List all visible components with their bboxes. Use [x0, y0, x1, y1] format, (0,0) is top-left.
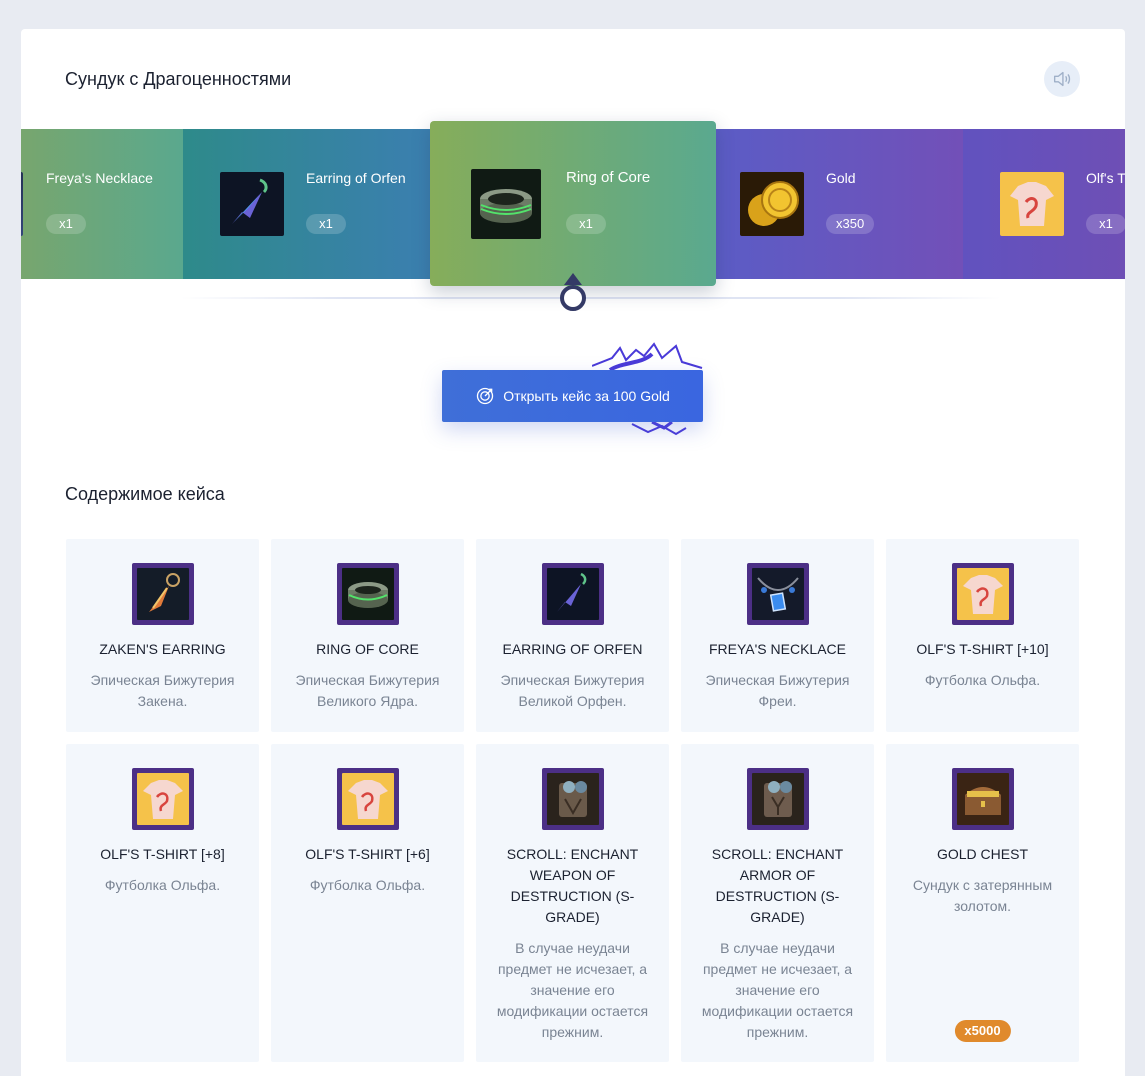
content-item-name: EARRING OF ORFEN — [502, 641, 643, 657]
roulette-item-name: Olf's T — [1086, 170, 1125, 186]
content-item-name: RING OF CORE — [316, 641, 419, 657]
case-card: Сундук с Драгоценностями Freya's Necklac… — [21, 29, 1125, 1076]
open-case-label: Открыть кейс за 100 Gold — [503, 388, 670, 404]
item-icon-frame — [951, 768, 1014, 830]
scroll-icon — [546, 773, 599, 825]
content-item-name: OLF'S T-SHIRT [+10] — [916, 641, 1049, 657]
roulette-item-qty: x1 — [566, 214, 606, 234]
item-icon-frame — [336, 563, 399, 625]
roulette-item-name: Gold — [826, 170, 856, 186]
ring-icon — [341, 568, 394, 620]
content-item-name: SCROLL: ENCHANT ARMOR OF DESTRUCTION (S-… — [711, 846, 844, 925]
roulette-item-name: Freya's Necklace — [46, 170, 153, 186]
quantity-badge: x5000 — [954, 1020, 1011, 1042]
content-item-name: FREYA'S NECKLACE — [708, 641, 846, 657]
target-icon — [477, 387, 494, 405]
item-icon-frame — [131, 768, 194, 830]
roulette-slot: Olf's T x1 — [963, 129, 1125, 279]
content-item-name: SCROLL: ENCHANT WEAPON OF DESTRUCTION (S… — [506, 846, 639, 925]
roulette-slot: Gold x350 — [703, 129, 963, 279]
content-item-desc: Футболка Ольфа. — [924, 672, 1041, 688]
content-item[interactable]: SCROLL: ENCHANT WEAPON OF DESTRUCTION (S… — [476, 744, 669, 1062]
item-icon-frame — [951, 563, 1014, 625]
content-item[interactable]: OLF'S T-SHIRT [+8] Футболка Ольфа. — [66, 744, 259, 1062]
content-item[interactable]: RING OF CORE Эпическая Бижутерия Великог… — [271, 539, 464, 732]
item-icon-frame — [131, 563, 194, 625]
content-item-desc: Эпическая Бижутерия Великого Ядра. — [295, 672, 440, 709]
content-item[interactable]: FREYA'S NECKLACE Эпическая Бижутерия Фре… — [681, 539, 874, 732]
chest-icon — [956, 773, 1009, 825]
content-item-desc: Футболка Ольфа. — [309, 877, 426, 893]
sound-toggle-button[interactable] — [1044, 61, 1080, 97]
roulette-item-qty: x350 — [826, 214, 875, 234]
roulette-slot: Earring of Orfen x1 — [183, 129, 430, 279]
tshirt-icon — [956, 568, 1009, 620]
item-icon-frame — [541, 563, 604, 625]
contents-title: Содержимое кейса — [65, 484, 225, 504]
roulette-item-name: Earring of Orfen — [306, 170, 406, 186]
gold-coins-icon — [740, 172, 804, 236]
roulette-track-line — [181, 297, 1001, 299]
scroll-icon — [751, 773, 804, 825]
content-item-desc: Эпическая Бижутерия Закена. — [90, 672, 235, 709]
roulette-item-name: Ring of Core — [566, 169, 651, 186]
earring-icon — [546, 568, 599, 620]
open-case-area: Открыть кейс за 100 Gold — [442, 342, 703, 436]
tshirt-icon — [1000, 172, 1064, 236]
ring-icon — [471, 168, 541, 239]
content-item[interactable]: GOLD CHEST Сундук с затерянным золотом. … — [886, 744, 1079, 1062]
tshirt-icon — [341, 773, 394, 825]
page-title: Сундук с Драгоценностями — [65, 69, 292, 89]
necklace-icon — [21, 172, 23, 236]
content-item-desc: Эпическая Бижутерия Великой Орфен. — [500, 672, 645, 709]
content-item[interactable]: EARRING OF ORFEN Эпическая Бижутерия Вел… — [476, 539, 669, 732]
roulette-pointer-icon — [560, 273, 586, 311]
content-item-name: OLF'S T-SHIRT [+6] — [305, 846, 430, 862]
content-item-desc: Эпическая Бижутерия Фреи. — [705, 672, 850, 709]
case-roulette: Freya's Necklace x1 Earring of Orfen x1 — [21, 121, 1125, 286]
content-item-name: ZAKEN'S EARRING — [99, 641, 226, 657]
roulette-item-qty: x1 — [46, 214, 86, 234]
tshirt-icon — [136, 773, 189, 825]
content-item[interactable]: SCROLL: ENCHANT ARMOR OF DESTRUCTION (S-… — [681, 744, 874, 1062]
content-item-desc: Футболка Ольфа. — [104, 877, 221, 893]
content-item-name: OLF'S T-SHIRT [+8] — [100, 846, 225, 862]
roulette-item-qty: x1 — [306, 214, 346, 234]
item-icon-frame — [336, 768, 399, 830]
roulette-slot: Freya's Necklace x1 — [21, 129, 183, 279]
content-item-name: GOLD CHEST — [936, 846, 1028, 862]
content-item[interactable]: OLF'S T-SHIRT [+10] Футболка Ольфа. — [886, 539, 1079, 732]
earring-icon — [136, 568, 189, 620]
content-item-desc: В случае неудачи предмет не исчезает, а … — [496, 940, 649, 1040]
content-item[interactable]: OLF'S T-SHIRT [+6] Футболка Ольфа. — [271, 744, 464, 1062]
content-item-desc: Сундук с затерянным золотом. — [912, 877, 1053, 914]
necklace-icon — [751, 568, 804, 620]
roulette-slot-active: Ring of Core x1 — [430, 121, 716, 286]
roulette-item-qty: x1 — [1086, 214, 1125, 234]
content-item-desc: В случае неудачи предмет не исчезает, а … — [701, 940, 854, 1040]
content-item[interactable]: ZAKEN'S EARRING Эпическая Бижутерия Заке… — [66, 539, 259, 732]
open-case-button[interactable]: Открыть кейс за 100 Gold — [442, 370, 703, 422]
item-icon-frame — [541, 768, 604, 830]
item-icon-frame — [746, 768, 809, 830]
speaker-icon — [1053, 71, 1071, 87]
earring-icon — [220, 172, 284, 236]
item-icon-frame — [746, 563, 809, 625]
